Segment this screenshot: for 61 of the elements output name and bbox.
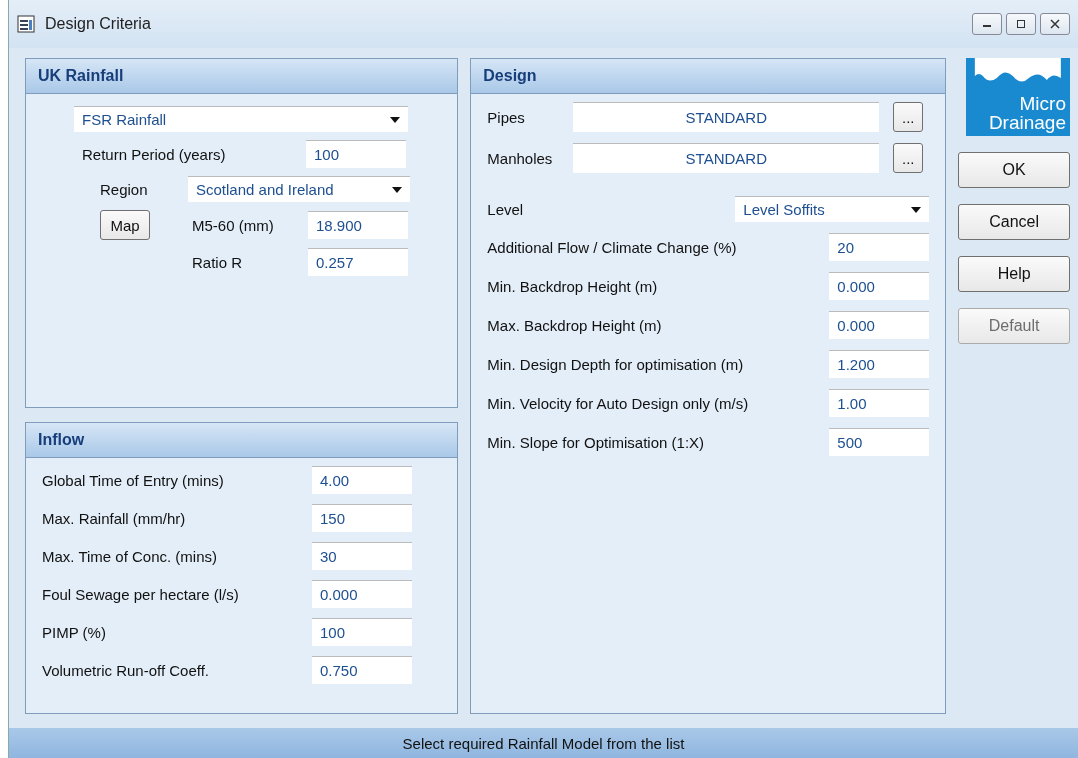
input-field[interactable]: 0.000 — [829, 272, 930, 300]
field-label: M5-60 (mm) — [192, 216, 275, 234]
minimize-button[interactable] — [972, 13, 1002, 35]
close-icon — [1049, 19, 1061, 29]
input-field[interactable]: 500 — [829, 428, 930, 456]
browse-button[interactable]: ... — [893, 102, 924, 132]
field-label: Max. Backdrop Height (m) — [487, 316, 663, 334]
logo-text: Micro — [1019, 94, 1066, 113]
field-label: Manholes — [487, 149, 554, 167]
field-label: Ratio R — [192, 253, 244, 271]
input-field[interactable]: STANDARD — [573, 102, 880, 132]
field-label: Min. Slope for Optimisation (1:X) — [487, 433, 706, 451]
input-field[interactable]: STANDARD — [573, 143, 880, 173]
input-field[interactable]: 0.257 — [308, 248, 408, 276]
browse-button[interactable]: ... — [893, 143, 924, 173]
field-label: Max. Rainfall (mm/hr) — [42, 509, 187, 527]
input-field[interactable]: 20 — [829, 233, 930, 261]
input-field[interactable]: 4.00 — [312, 466, 412, 494]
input-field[interactable]: 100 — [312, 618, 412, 646]
dialog-button[interactable]: OK — [958, 152, 1070, 188]
field-label: Min. Backdrop Height (m) — [487, 277, 659, 295]
map-button[interactable]: Map — [100, 210, 150, 240]
caret-icon — [392, 186, 402, 193]
input-field[interactable]: 0.750 — [312, 656, 412, 684]
dialog-button[interactable]: Help — [958, 256, 1070, 292]
input-field[interactable]: 0.000 — [829, 311, 930, 339]
field-label: Max. Time of Conc. (mins) — [42, 547, 219, 565]
region-dropdown[interactable]: Scotland and Ireland — [188, 176, 410, 202]
maximize-icon — [1015, 19, 1027, 29]
field-label: Pipes — [487, 108, 526, 126]
field-label: Volumetric Run-off Coeff. — [42, 661, 211, 679]
panel-header: UK Rainfall — [26, 59, 458, 94]
input-field[interactable]: 1.00 — [829, 389, 930, 417]
document-icon — [17, 14, 37, 34]
status-bar: Select required Rainfall Model from the list — [9, 728, 1078, 758]
level-dropdown[interactable]: Level Soffits — [735, 196, 930, 222]
field-label: Min. Velocity for Auto Design only (m/s) — [487, 394, 750, 412]
caret-icon — [911, 206, 922, 213]
field-label: Min. Design Depth for optimisation (m) — [487, 355, 745, 373]
caret-icon — [390, 116, 400, 123]
input-field[interactable]: 100 — [306, 140, 406, 168]
window-title: Design Criteria — [45, 15, 151, 33]
input-field[interactable]: 0.000 — [312, 580, 412, 608]
field-label: Return Period (years) — [81, 145, 227, 163]
dialog-button[interactable]: Cancel — [958, 204, 1070, 240]
input-field[interactable]: 18.900 — [308, 211, 408, 239]
input-field[interactable]: 1.200 — [829, 350, 930, 378]
field-label: PIMP (%) — [42, 623, 107, 641]
logo-text: Drainage — [988, 113, 1066, 132]
field-label: Region — [99, 180, 149, 198]
maximize-button[interactable] — [1006, 13, 1036, 35]
close-button[interactable] — [1040, 13, 1070, 35]
field-label: Global Time of Entry (mins) — [42, 471, 225, 489]
panel-header: Design — [471, 59, 946, 94]
field-label: Level — [487, 200, 525, 218]
field-label: Additional Flow / Climate Change (%) — [487, 238, 738, 256]
input-field[interactable]: 30 — [312, 542, 412, 570]
model-dropdown[interactable]: FSR Rainfall — [74, 106, 408, 132]
panel-header: Inflow — [26, 423, 458, 458]
input-field[interactable]: 150 — [312, 504, 412, 532]
field-label: Foul Sewage per hectare (l/s) — [42, 585, 240, 603]
